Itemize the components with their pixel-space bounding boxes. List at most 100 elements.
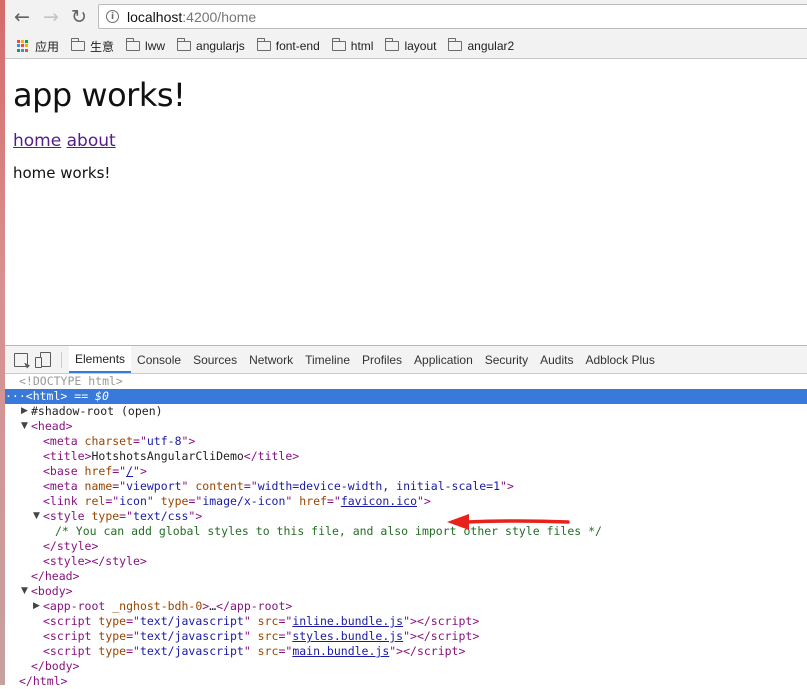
- devtools-tabbar: Elements Console Sources Network Timelin…: [5, 346, 807, 374]
- bookmark-folder[interactable]: 生意: [71, 38, 114, 55]
- devtools-panel: Elements Console Sources Network Timelin…: [5, 345, 807, 689]
- tab-elements[interactable]: Elements: [69, 346, 132, 373]
- tab-timeline[interactable]: Timeline: [299, 346, 356, 373]
- html-tag: <html>: [25, 389, 68, 403]
- divider: [61, 351, 62, 368]
- bookmark-folder[interactable]: font-end: [256, 38, 320, 53]
- attr-name: charset: [84, 434, 134, 448]
- nav-links: home about: [13, 131, 116, 151]
- attr-value: text/css: [133, 509, 189, 523]
- arrow-right-icon: →: [43, 6, 59, 28]
- collapse-triangle-icon[interactable]: ▼: [33, 509, 40, 524]
- attr-value: viewport: [126, 479, 182, 493]
- tab-audits[interactable]: Audits: [534, 346, 579, 373]
- dom-node-style-empty[interactable]: <style></style>: [5, 554, 807, 569]
- dom-node-style-close[interactable]: </style>: [5, 539, 807, 554]
- dom-node-app-root[interactable]: ▶ <app-root _nghost-bdh-0>…</app-root>: [5, 599, 807, 614]
- attr-value: utf-8: [146, 434, 182, 448]
- reload-button[interactable]: ↻: [68, 6, 90, 28]
- bookmark-folder[interactable]: angularjs: [177, 38, 245, 53]
- reload-icon: ↻: [71, 6, 87, 28]
- annotation-arrow-icon: [447, 514, 570, 530]
- script-src-link[interactable]: styles.bundle.js: [292, 629, 403, 643]
- dom-node-style-comment[interactable]: /* You can add global styles to this fil…: [5, 524, 807, 539]
- ellipsis-icon[interactable]: ···: [5, 389, 26, 403]
- web-page: app works! home about home works!: [5, 59, 807, 345]
- bookmarks-bar: 应用 生意 lww angularjs font-end html layout…: [5, 34, 807, 59]
- back-button[interactable]: ←: [11, 6, 33, 28]
- tab-application[interactable]: Application: [408, 346, 479, 373]
- dom-node-doctype[interactable]: <!DOCTYPE html>: [5, 374, 807, 389]
- bookmark-folder[interactable]: lww: [126, 38, 166, 53]
- attr-value: icon: [119, 494, 147, 508]
- page-heading: app works!: [13, 76, 186, 114]
- bookmark-label: lww: [145, 39, 166, 53]
- attr-value: text/javascript: [139, 644, 244, 658]
- bookmark-label: html: [350, 39, 374, 53]
- dom-node-link-icon[interactable]: <link rel="icon" type="image/x-icon" hre…: [5, 494, 807, 509]
- bookmark-label: layout: [404, 39, 437, 53]
- dom-node-head-close[interactable]: </head>: [5, 569, 807, 584]
- collapse-triangle-icon[interactable]: ▼: [21, 584, 28, 599]
- dom-node-script[interactable]: <script type="text/javascript" src="inli…: [5, 614, 807, 629]
- dom-node-shadow-root[interactable]: ▶ #shadow-root (open): [5, 404, 807, 419]
- dom-node-html-close[interactable]: </html>: [5, 674, 807, 689]
- attr-name: _nghost-bdh-0: [112, 599, 203, 613]
- bookmark-folder[interactable]: layout: [385, 38, 437, 53]
- dom-node-body[interactable]: ▼ <body>: [5, 584, 807, 599]
- head-tag: <head>: [31, 419, 73, 433]
- info-icon[interactable]: i: [106, 10, 119, 23]
- bookmark-apps[interactable]: 应用: [5, 38, 59, 55]
- tab-network[interactable]: Network: [243, 346, 299, 373]
- folder-icon: [126, 38, 141, 51]
- address-bar[interactable]: i localhost:4200/home: [98, 4, 807, 29]
- arrow-left-icon: ←: [14, 6, 30, 28]
- script-src-link[interactable]: inline.bundle.js: [292, 614, 403, 628]
- script-src-link[interactable]: main.bundle.js: [292, 644, 389, 658]
- device-toolbar-icon[interactable]: [35, 352, 51, 368]
- browser-window: ← → ↻ i localhost:4200/home 应用 生意 lww an…: [5, 0, 807, 689]
- browser-toolbar: ← → ↻ i localhost:4200/home: [5, 0, 807, 34]
- dom-node-title[interactable]: <title>HotshotsAngularCliDemo</title>: [5, 449, 807, 464]
- dom-node-html-selected[interactable]: ···<html> == $0: [5, 389, 807, 404]
- tab-profiles[interactable]: Profiles: [356, 346, 408, 373]
- dom-node-script[interactable]: <script type="text/javascript" src="main…: [5, 644, 807, 659]
- body-tag: <body>: [31, 584, 73, 598]
- dom-node-base[interactable]: <base href="/">: [5, 464, 807, 479]
- expand-triangle-icon[interactable]: ▶: [33, 599, 40, 614]
- folder-icon: [177, 38, 192, 51]
- selected-marker: == $0: [74, 389, 109, 403]
- tab-sources[interactable]: Sources: [187, 346, 243, 373]
- base-href-link[interactable]: /: [126, 464, 133, 478]
- bookmark-label: angular2: [467, 39, 515, 53]
- folder-icon: [256, 38, 271, 51]
- collapse-triangle-icon[interactable]: ▼: [21, 419, 28, 434]
- dom-node-head[interactable]: ▼ <head>: [5, 419, 807, 434]
- favicon-link[interactable]: favicon.ico: [341, 494, 417, 508]
- tab-console[interactable]: Console: [131, 346, 187, 373]
- attr-value: image/x-icon: [202, 494, 286, 508]
- home-link[interactable]: home: [13, 131, 61, 151]
- forward-button[interactable]: →: [40, 6, 62, 28]
- tab-security[interactable]: Security: [479, 346, 534, 373]
- attr-value: text/javascript: [139, 614, 244, 628]
- dom-node-style[interactable]: ▼ <style type="text/css">: [5, 509, 807, 524]
- dom-node-body-close[interactable]: </body>: [5, 659, 807, 674]
- route-content: home works!: [13, 164, 111, 182]
- bookmark-label: 生意: [90, 39, 115, 54]
- about-link[interactable]: about: [67, 131, 116, 151]
- bookmark-folder[interactable]: angular2: [448, 38, 515, 53]
- bookmark-folder[interactable]: html: [331, 38, 374, 53]
- dom-node-meta-charset[interactable]: <meta charset="utf-8">: [5, 434, 807, 449]
- folder-icon: [331, 38, 346, 51]
- shadow-root-text: #shadow-root (open): [31, 404, 163, 418]
- dom-node-meta-viewport[interactable]: <meta name="viewport" content="width=dev…: [5, 479, 807, 494]
- dom-node-script[interactable]: <script type="text/javascript" src="styl…: [5, 629, 807, 644]
- title-text: HotshotsAngularCliDemo: [91, 449, 244, 463]
- url-host: localhost: [127, 8, 183, 25]
- expand-triangle-icon[interactable]: ▶: [21, 404, 28, 419]
- folder-icon: [71, 38, 86, 51]
- tab-adblock-plus[interactable]: Adblock Plus: [579, 346, 660, 373]
- bookmark-label: 应用: [35, 39, 60, 54]
- inspect-element-icon[interactable]: [14, 352, 28, 367]
